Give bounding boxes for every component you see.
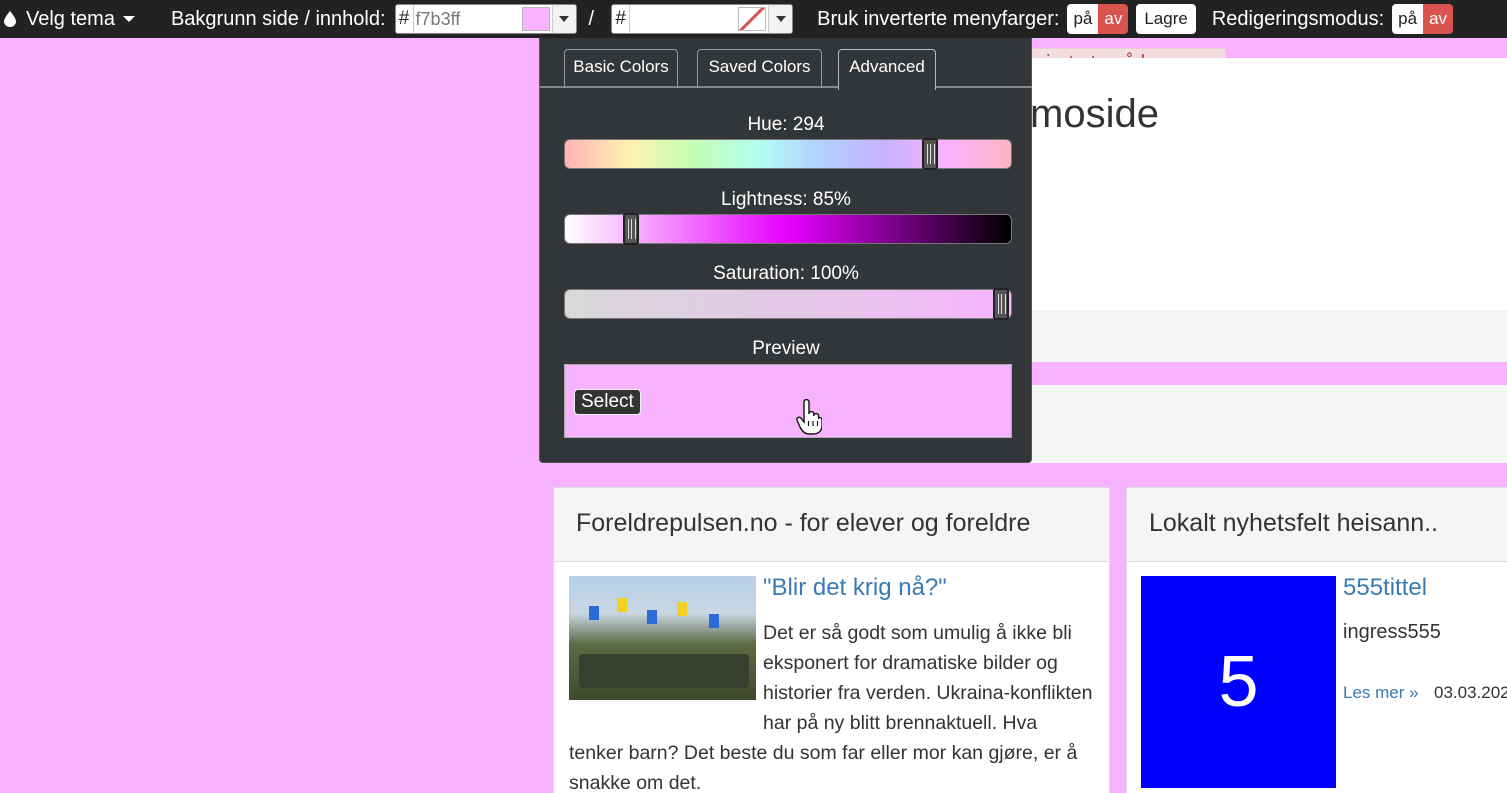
no-color-swatch[interactable] — [738, 7, 767, 31]
lightness-slider-handle[interactable] — [623, 213, 639, 245]
page-color-dropdown-button[interactable] — [551, 5, 576, 33]
page-title: moside — [1030, 92, 1159, 136]
preview-label: Preview — [752, 338, 820, 359]
article-text: Det er så godt som umulig å ikke bli eks… — [569, 618, 1094, 793]
content-color-dropdown-button[interactable] — [768, 5, 793, 33]
invert-toggle[interactable]: på av — [1067, 4, 1129, 34]
admin-toolbar: Velg tema Bakgrunn side / innhold: # f7b… — [0, 0, 1507, 38]
hash-prefix: # — [395, 5, 414, 33]
article-date: 03.03.202 — [1434, 683, 1507, 702]
edit-off-option[interactable]: av — [1423, 4, 1454, 34]
news-panel-local: Lokalt nyhetsfelt heisann.. 5 555tittel … — [1126, 487, 1507, 793]
color-picker-popup: Basic Colors Saved Colors Advanced Hue: … — [539, 38, 1032, 463]
hash-prefix: # — [612, 5, 631, 33]
tab-saved-colors[interactable]: Saved Colors — [697, 49, 822, 88]
save-button[interactable]: Lagre — [1136, 4, 1196, 34]
picker-tabs: Basic Colors Saved Colors Advanced — [540, 49, 1032, 90]
saturation-slider-handle[interactable] — [993, 288, 1009, 320]
invert-off-option[interactable]: av — [1098, 4, 1129, 34]
droplet-icon — [4, 11, 16, 27]
hue-slider-handle[interactable] — [922, 138, 938, 170]
page-color-swatch[interactable] — [521, 7, 550, 31]
edit-mode-toggle[interactable]: på av — [1392, 4, 1454, 34]
separator: / — [588, 7, 595, 30]
hand-cursor-icon — [796, 399, 822, 435]
article-ingress: ingress555 — [1343, 621, 1441, 643]
panel-title: Lokalt nyhetsfelt heisann.. — [1127, 488, 1507, 562]
saturation-slider[interactable] — [564, 288, 1012, 320]
content-bar — [1030, 310, 1507, 362]
article-title-link[interactable]: "Blir det krig nå?" — [763, 574, 947, 602]
caret-down-icon — [122, 16, 135, 22]
read-more-link[interactable]: Les mer » — [1343, 683, 1419, 703]
page-color-input[interactable]: # f7b3ff — [394, 4, 577, 34]
content-color-value[interactable] — [630, 5, 737, 33]
page-color-value[interactable]: f7b3ff — [413, 5, 520, 33]
invert-menu-label: Bruk inverterte menyfarger: — [817, 7, 1060, 30]
lightness-label: Lightness: 85% — [721, 189, 851, 210]
lightness-slider[interactable] — [564, 213, 1012, 245]
hue-label: Hue: 294 — [747, 114, 825, 135]
hero-section: moside — [1030, 58, 1507, 310]
select-color-button[interactable]: Select — [574, 389, 641, 415]
tab-advanced[interactable]: Advanced — [838, 49, 936, 90]
article-image[interactable]: 5 — [1141, 576, 1336, 788]
tab-basic-colors[interactable]: Basic Colors — [564, 49, 678, 88]
edit-mode-label: Redigeringsmodus: — [1211, 7, 1385, 30]
hue-slider[interactable] — [564, 138, 1012, 170]
news-panel-foreldrepulsen: Foreldrepulsen.no - for elever og foreld… — [553, 487, 1110, 793]
theme-label: Velg tema — [26, 7, 115, 30]
article-title-link[interactable]: 555tittel — [1343, 574, 1427, 602]
edit-on-option[interactable]: på — [1392, 4, 1424, 34]
content-bar — [1030, 385, 1507, 463]
chevron-down-icon — [559, 16, 570, 22]
saturation-label: Saturation: 100% — [713, 263, 859, 284]
chevron-down-icon — [775, 16, 786, 22]
content-color-input[interactable]: # — [611, 4, 794, 34]
theme-dropdown[interactable]: Velg tema — [4, 8, 135, 31]
invert-on-option[interactable]: på — [1067, 4, 1099, 34]
panel-title: Foreldrepulsen.no - for elever og foreld… — [554, 488, 1109, 562]
color-preview: Select — [564, 364, 1012, 438]
background-label: Bakgrunn side / innhold: — [170, 7, 386, 30]
